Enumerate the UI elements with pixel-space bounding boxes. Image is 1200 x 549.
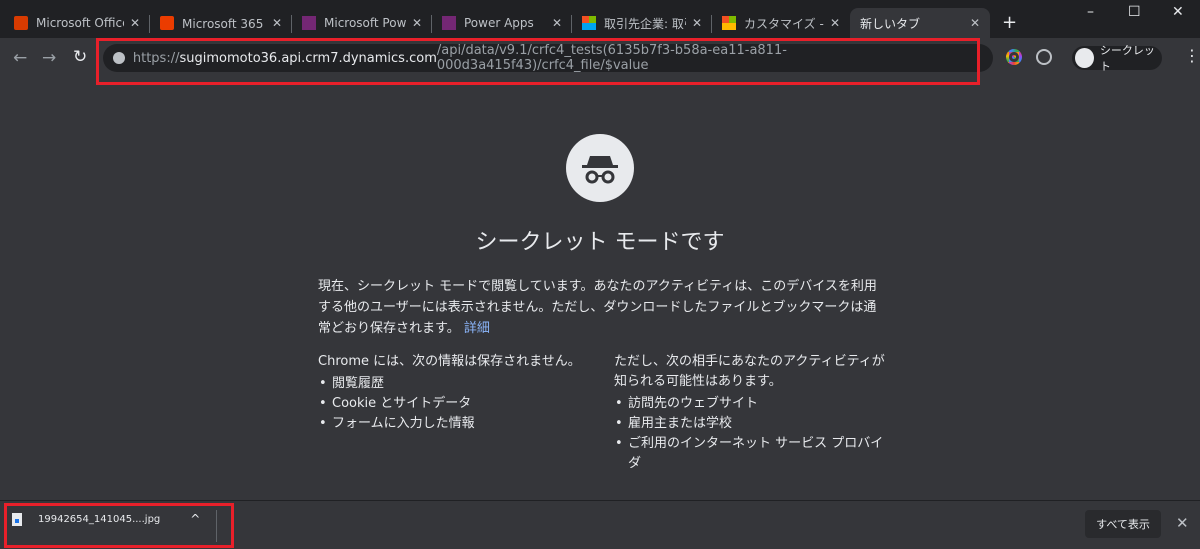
close-tab-icon[interactable]: ✕: [970, 16, 980, 30]
intro-body: 現在、シークレット モードで閲覧しています。あなたのアクティビティは、このデバイ…: [318, 279, 877, 336]
close-tab-icon[interactable]: ✕: [412, 16, 422, 30]
forward-button[interactable]: →: [42, 48, 56, 68]
tab-label: 新しいタブ: [860, 16, 921, 31]
profile-button[interactable]: シークレット: [1072, 44, 1162, 73]
not-saved-section: Chrome には、次の情報は保存されません。 閲覧履歴Cookie とサイトデ…: [318, 352, 598, 434]
tab-label: Power Apps: [464, 16, 534, 30]
tab-strip: Microsoft Office ✕ Microsoft 365 管 ✕ Micro…: [0, 0, 1200, 38]
tab-label: Microsoft Office: [36, 16, 124, 30]
office-icon: [160, 16, 174, 30]
new-tab-button[interactable]: +: [1002, 12, 1017, 33]
tab-label: Microsoft Power: [324, 16, 406, 30]
tab-microsoft-power[interactable]: Microsoft Power ✕: [292, 8, 432, 38]
learn-more-link[interactable]: 詳細: [464, 321, 490, 336]
list-item: 閲覧履歴: [318, 374, 598, 394]
highlight-box: [96, 38, 980, 85]
microsoft-icon: [582, 16, 596, 30]
list-item: ご利用のインターネット サービス プロバイダ: [614, 434, 889, 474]
tab-customize[interactable]: カスタマイズ - Mic ✕: [712, 8, 850, 38]
profile-label: シークレット: [1099, 44, 1155, 73]
close-tab-icon[interactable]: ✕: [272, 16, 282, 30]
list-item: フォームに入力した情報: [318, 414, 598, 434]
close-tab-icon[interactable]: ✕: [692, 16, 702, 30]
tab-power-apps[interactable]: Power Apps ✕: [432, 8, 572, 38]
close-tab-icon[interactable]: ✕: [130, 16, 140, 30]
maximize-button[interactable]: ☐: [1128, 4, 1141, 20]
incognito-icon: [1075, 48, 1094, 68]
incognito-icon: [566, 134, 634, 202]
list-item: Cookie とサイトデータ: [318, 394, 598, 414]
microsoft-icon: [722, 16, 736, 30]
office-icon: [14, 16, 28, 30]
close-tab-icon[interactable]: ✕: [830, 16, 840, 30]
tab-new-tab[interactable]: 新しいタブ ✕: [850, 8, 990, 38]
reload-button[interactable]: ↻: [73, 47, 87, 67]
highlight-box: [4, 503, 234, 548]
menu-button[interactable]: ⋮: [1184, 46, 1200, 65]
tab-microsoft-office[interactable]: Microsoft Office ✕: [4, 8, 150, 38]
intro-text: 現在、シークレット モードで閲覧しています。あなたのアクティビティは、このデバイ…: [318, 276, 888, 339]
window-close-button[interactable]: ✕: [1172, 4, 1184, 20]
tab-accounts[interactable]: 取引先企業: 取引 ✕: [572, 8, 712, 38]
power-apps-icon: [302, 16, 316, 30]
close-download-bar-button[interactable]: ✕: [1176, 514, 1189, 532]
tab-label: Microsoft 365 管: [182, 16, 266, 31]
back-button[interactable]: ←: [13, 48, 27, 68]
react-extension-icon[interactable]: [1036, 49, 1052, 65]
not-saved-heading: Chrome には、次の情報は保存されません。: [318, 354, 581, 369]
color-extension-icon[interactable]: [1006, 49, 1022, 65]
list-item: 雇用主または学校: [614, 414, 889, 434]
tab-label: カスタマイズ - Mic: [744, 16, 824, 31]
minimize-button[interactable]: –: [1087, 4, 1094, 20]
tab-microsoft-365[interactable]: Microsoft 365 管 ✕: [150, 8, 292, 38]
close-tab-icon[interactable]: ✕: [552, 16, 562, 30]
page-title: シークレット モードです: [475, 230, 725, 255]
power-apps-icon: [442, 16, 456, 30]
visible-to-section: ただし、次の相手にあなたのアクティビティが知られる可能性はあります。 訪問先のウ…: [614, 352, 889, 474]
tab-label: 取引先企業: 取引: [604, 16, 686, 31]
list-item: 訪問先のウェブサイト: [614, 394, 889, 414]
show-all-button[interactable]: すべて表示: [1085, 510, 1161, 538]
visible-to-heading: ただし、次の相手にあなたのアクティビティが知られる可能性はあります。: [614, 354, 885, 389]
